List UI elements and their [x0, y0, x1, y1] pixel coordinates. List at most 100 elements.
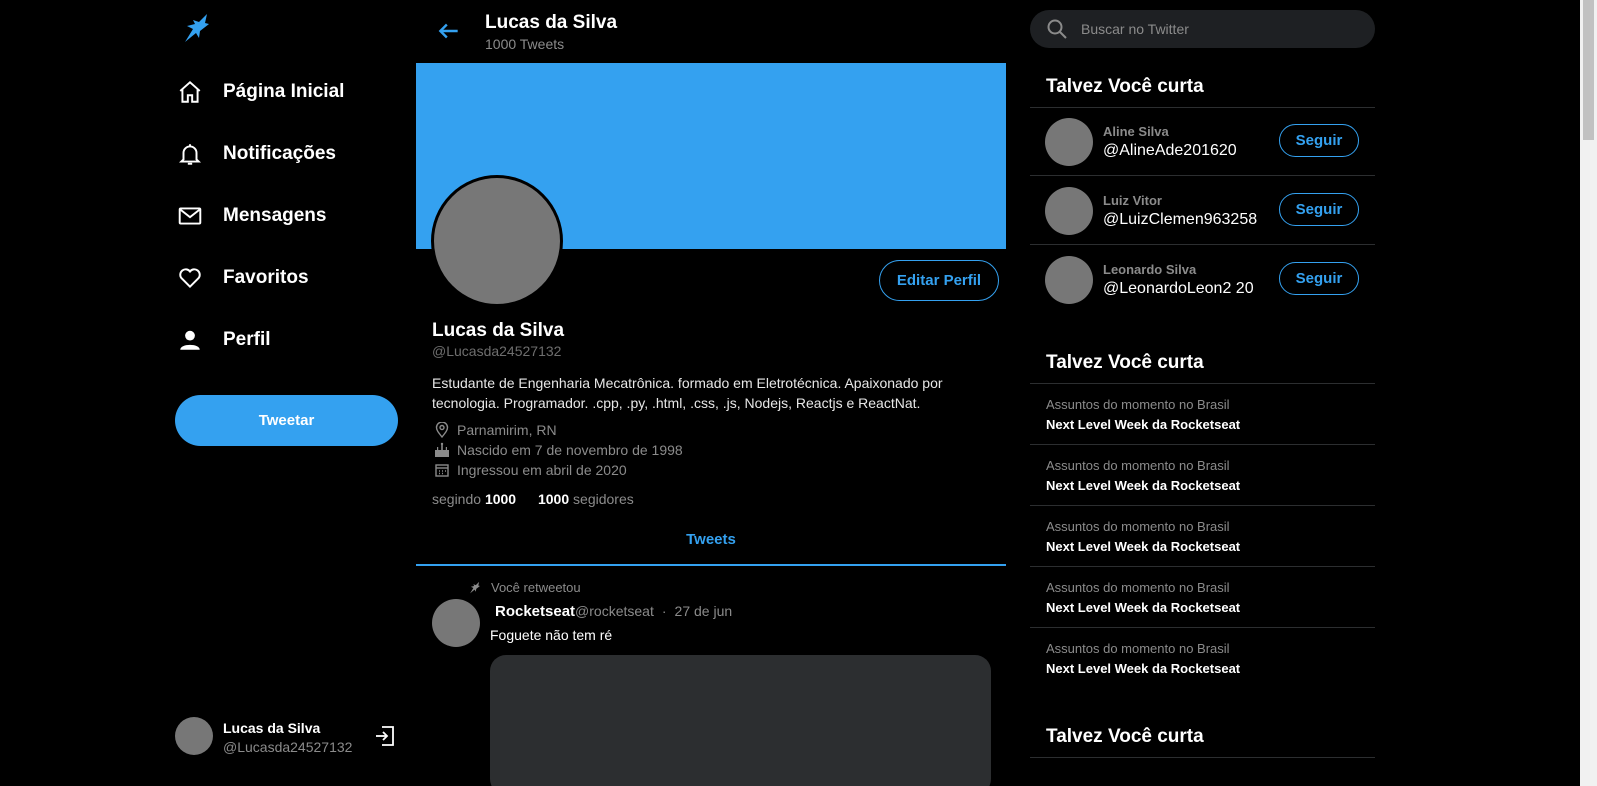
logout-icon[interactable]	[373, 724, 397, 748]
person-icon	[175, 325, 205, 355]
birth-text: Nascido em 7 de novembro de 1998	[457, 442, 683, 458]
location-pin-icon	[434, 422, 450, 438]
tweet-media[interactable]	[490, 655, 991, 786]
nav-label: Mensagens	[223, 205, 327, 226]
tweet-author-avatar[interactable]	[432, 599, 480, 647]
avatar	[175, 717, 213, 755]
sidebar: Página Inicial Notificações Mensagens Fa…	[175, 0, 400, 786]
trends-title: Talvez Você curta	[1046, 352, 1204, 373]
birthday-cake-icon	[434, 442, 450, 458]
trend-context: Assuntos do momento no Brasil	[1046, 519, 1230, 534]
trend-item[interactable]: Assuntos do momento no Brasil Next Level…	[1030, 383, 1375, 444]
trend-topic: Next Level Week da Rocketseat	[1046, 417, 1241, 432]
trend-context: Assuntos do momento no Brasil	[1046, 397, 1230, 412]
avatar	[1045, 256, 1093, 304]
follow-button[interactable]: Seguir	[1279, 124, 1359, 157]
profile-name: Lucas da Silva	[432, 320, 565, 341]
tweet-count: 1000 Tweets	[485, 36, 565, 52]
search-bar[interactable]	[1030, 10, 1375, 48]
suggestions-title: Talvez Você curta	[1046, 76, 1204, 97]
profile-birth: Nascido em 7 de novembro de 1998	[434, 442, 683, 458]
tweet-author[interactable]: Rocketseat	[495, 603, 575, 620]
trend-context: Assuntos do momento no Brasil	[1046, 580, 1230, 595]
tab-tweets[interactable]: Tweets	[416, 520, 1006, 566]
more-suggestions-title: Talvez Você curta	[1046, 726, 1204, 747]
account-handle: @Lucasda24527132	[223, 739, 353, 755]
trend-item[interactable]: Assuntos do momento no Brasil Next Level…	[1030, 566, 1375, 627]
bell-icon	[175, 139, 205, 169]
profile-column: Lucas da Silva 1000 Tweets Editar Perfil…	[416, 0, 1006, 786]
trend-item[interactable]: Assuntos do momento no Brasil Next Level…	[1030, 627, 1375, 688]
nav-item-home[interactable]: Página Inicial	[175, 72, 344, 112]
suggestion-name: Leonardo Silva	[1103, 262, 1197, 277]
retweet-rocket-icon	[468, 581, 482, 595]
nav-item-notifications[interactable]: Notificações	[175, 134, 336, 174]
tweet-button[interactable]: Tweetar	[175, 395, 398, 446]
home-icon	[175, 77, 205, 107]
trend-context: Assuntos do momento no Brasil	[1046, 641, 1230, 656]
suggestion-handle: @LeonardoLeon2 20	[1103, 280, 1254, 297]
trend-topic: Next Level Week da Rocketseat	[1046, 661, 1241, 676]
suggestion-name: Luiz Vitor	[1103, 193, 1162, 208]
profile-location: Parnamirim, RN	[434, 422, 557, 438]
followers-stat[interactable]: 1000 segidores	[538, 491, 634, 507]
trend-topic: Next Level Week da Rocketseat	[1046, 600, 1241, 615]
retweet-indicator: Você retweetou	[468, 580, 581, 595]
suggestion-handle: @AlineAde201620	[1103, 142, 1237, 159]
suggestion-name: Aline Silva	[1103, 124, 1169, 139]
right-sidebar: Talvez Você curta Aline Silva @AlineAde2…	[1030, 0, 1375, 786]
profile-avatar[interactable]	[431, 175, 563, 307]
heart-icon	[175, 263, 205, 293]
followers-count: 1000	[537, 491, 570, 507]
following-count: 1000	[484, 491, 517, 507]
envelope-icon	[175, 201, 205, 231]
nav-label: Perfil	[223, 329, 271, 350]
account-switcher[interactable]: Lucas da Silva @Lucasda24527132	[175, 717, 400, 757]
following-label: segindo	[432, 491, 482, 507]
tweet-handle[interactable]: @rocketseat	[575, 603, 654, 619]
search-icon	[1046, 18, 1068, 40]
edit-profile-button[interactable]: Editar Perfil	[879, 260, 999, 301]
tab-label: Tweets	[686, 531, 736, 548]
search-input[interactable]	[1081, 21, 1351, 37]
profile-bio: Estudante de Engenharia Mecatrônica. for…	[432, 375, 943, 411]
joined-text: Ingressou em abril de 2020	[457, 462, 627, 478]
page-scrollbar[interactable]	[1580, 0, 1597, 786]
nav-item-favorites[interactable]: Favoritos	[175, 258, 309, 298]
follow-button[interactable]: Seguir	[1279, 262, 1359, 295]
calendar-icon	[434, 462, 450, 478]
trend-item[interactable]: Assuntos do momento no Brasil Next Level…	[1030, 444, 1375, 505]
profile-joined: Ingressou em abril de 2020	[434, 462, 627, 478]
nav-item-profile[interactable]: Perfil	[175, 320, 271, 360]
followers-label: segidores	[573, 491, 634, 507]
avatar	[1045, 118, 1093, 166]
tab-underline	[416, 564, 1006, 566]
nav-item-messages[interactable]: Mensagens	[175, 196, 326, 236]
suggestion-handle: @LuizClemen963258	[1103, 211, 1258, 228]
tweet-date[interactable]: 27 de jun	[675, 603, 733, 619]
follow-stats: segindo 1000 1000 segidores	[432, 491, 634, 507]
following-stat[interactable]: segindo 1000	[432, 491, 516, 507]
suggestion-item[interactable]: Leonardo Silva @LeonardoLeon2 20 Seguir	[1030, 245, 1375, 313]
trend-context: Assuntos do momento no Brasil	[1046, 458, 1230, 473]
page-title: Lucas da Silva	[485, 12, 618, 33]
nav-label: Notificações	[223, 143, 336, 164]
account-name: Lucas da Silva	[223, 720, 321, 736]
trend-item[interactable]: Assuntos do momento no Brasil Next Level…	[1030, 505, 1375, 566]
suggestion-item[interactable]: Aline Silva @AlineAde201620 Seguir	[1030, 107, 1375, 175]
trend-topic: Next Level Week da Rocketseat	[1046, 478, 1241, 493]
divider	[1030, 757, 1375, 758]
back-arrow-icon[interactable]	[436, 18, 462, 44]
follow-button[interactable]: Seguir	[1279, 193, 1359, 226]
suggestion-item[interactable]: Luiz Vitor @LuizClemen963258 Seguir	[1030, 176, 1375, 244]
avatar	[1045, 187, 1093, 235]
tweet-header: Rocketseat@rocketseat · 27 de jun	[495, 603, 732, 620]
retweet-label: Você retweetou	[491, 580, 581, 595]
tweet-text: Foguete não tem ré	[490, 627, 613, 643]
scrollbar-thumb[interactable]	[1583, 0, 1594, 140]
nav-label: Favoritos	[223, 267, 309, 288]
nav-label: Página Inicial	[223, 81, 345, 102]
location-text: Parnamirim, RN	[457, 422, 557, 438]
tweet-separator: ·	[661, 603, 667, 619]
rocket-bird-logo-icon[interactable]	[181, 12, 213, 46]
